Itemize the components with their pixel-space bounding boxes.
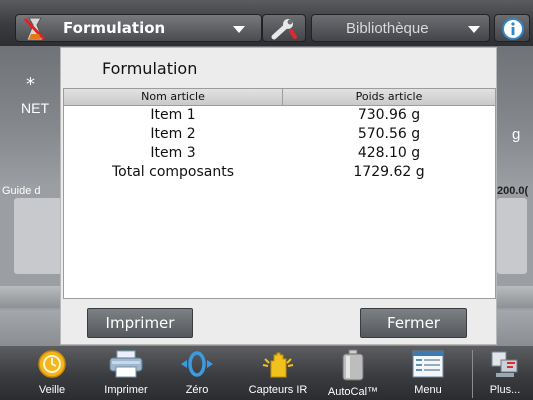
total-row: Total composants 1729.62 g bbox=[64, 164, 495, 182]
total-weight: 1729.62 g bbox=[353, 164, 425, 180]
menu-label: Menu bbox=[414, 384, 442, 396]
library-dropdown[interactable]: Bibliothèque bbox=[311, 14, 490, 42]
settings-button[interactable] bbox=[262, 14, 306, 42]
formulation-icon bbox=[22, 16, 48, 42]
menu-button[interactable]: Menu bbox=[400, 346, 456, 400]
net-indicator: NET bbox=[21, 100, 49, 116]
item-weight: 428.10 g bbox=[357, 145, 421, 161]
item-weight: 730.96 g bbox=[357, 107, 421, 123]
table-row: Item 1 730.96 g bbox=[64, 107, 495, 125]
chevron-down-icon bbox=[468, 26, 480, 33]
more-icon bbox=[491, 351, 518, 377]
table-row: Item 2 570.56 g bbox=[64, 126, 495, 144]
close-button[interactable]: Fermer bbox=[360, 308, 467, 338]
table-header: Nom article Poids article bbox=[64, 89, 495, 106]
autocal-label: AutoCal™ bbox=[327, 386, 379, 398]
ir-sensors-button[interactable]: Capteurs IR bbox=[240, 346, 316, 400]
stability-star: * bbox=[26, 74, 35, 95]
item-name: Item 1 bbox=[150, 107, 196, 123]
item-weight: 570.56 g bbox=[357, 126, 421, 142]
wrench-icon bbox=[271, 19, 297, 40]
application-title: Formulation bbox=[63, 19, 166, 37]
table-row: Item 3 428.10 g bbox=[64, 145, 495, 163]
calibration-weight-icon bbox=[342, 349, 364, 381]
print-button[interactable]: Imprimer bbox=[87, 308, 193, 338]
autocal-button[interactable]: AutoCal™ bbox=[321, 346, 385, 400]
components-table: Nom article Poids article Item 1 730.96 … bbox=[63, 88, 496, 299]
info-icon bbox=[502, 18, 524, 40]
printer-icon bbox=[109, 350, 143, 378]
application-dropdown[interactable]: Formulation bbox=[15, 14, 262, 42]
more-button[interactable]: Plus... bbox=[478, 346, 532, 400]
column-header-name: Nom article bbox=[141, 90, 205, 103]
top-bar: Formulation Bibliothèque bbox=[0, 0, 533, 46]
chevron-down-icon bbox=[233, 26, 245, 33]
guide-value: 200.0( bbox=[497, 185, 529, 197]
item-name: Item 2 bbox=[150, 126, 196, 142]
standby-button[interactable]: Veille bbox=[22, 346, 82, 400]
guide-label: Guide d bbox=[2, 185, 41, 197]
zero-button[interactable]: Zéro bbox=[171, 346, 223, 400]
standby-label: Veille bbox=[38, 384, 66, 396]
total-label: Total composants bbox=[111, 164, 235, 180]
column-header-weight: Poids article bbox=[355, 90, 423, 103]
bottom-toolbar: Veille Imprimer Zéro Capteurs IR AutoCal… bbox=[0, 346, 533, 400]
zero-icon bbox=[181, 351, 213, 377]
weight-unit: g bbox=[512, 126, 521, 143]
more-label: Plus... bbox=[489, 384, 521, 396]
item-name: Item 3 bbox=[150, 145, 196, 161]
library-label: Bibliothèque bbox=[346, 20, 429, 37]
standby-icon bbox=[38, 350, 66, 378]
ir-sensors-label: Capteurs IR bbox=[248, 384, 308, 396]
toolbar-divider bbox=[472, 350, 473, 398]
print-tool-label: Imprimer bbox=[104, 384, 148, 396]
zero-label: Zéro bbox=[185, 384, 209, 396]
menu-icon bbox=[412, 350, 444, 378]
reference-panel-right bbox=[497, 198, 527, 274]
formulation-dialog: Formulation Nom article Poids article It… bbox=[60, 47, 497, 345]
print-tool-button[interactable]: Imprimer bbox=[93, 346, 159, 400]
dialog-title: Formulation bbox=[102, 59, 198, 78]
reference-panel-left bbox=[14, 198, 62, 274]
ir-sensor-icon bbox=[262, 352, 294, 378]
info-button[interactable] bbox=[494, 14, 530, 42]
